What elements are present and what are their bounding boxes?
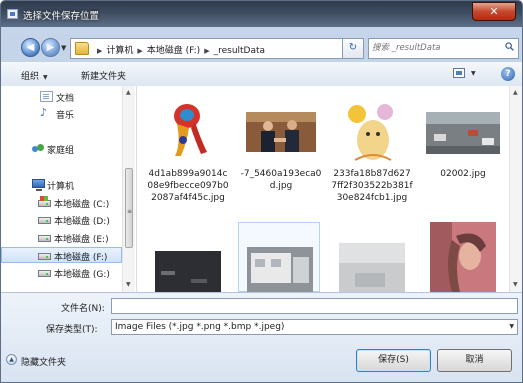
- file-item[interactable]: [147, 243, 229, 301]
- view-options-dropdown-icon[interactable]: ▼: [471, 70, 476, 77]
- scroll-down-icon[interactable]: ▼: [513, 281, 518, 288]
- file-list-scrollbar[interactable]: ▲ ▼: [509, 86, 522, 292]
- organize-label: 组织: [21, 72, 40, 82]
- search-icon[interactable]: [505, 42, 514, 51]
- breadcrumb-computer[interactable]: 计算机: [106, 46, 133, 56]
- thumbnail-image: [151, 94, 225, 164]
- breadcrumb: ▶ 计算机 ▶ 本地磁盘 (F:) ▶ _resultData: [93, 43, 265, 56]
- nav-item-label: 音乐: [56, 111, 75, 121]
- navigation-pane: 文档 ♪ 音乐 家庭组 计算机 本地磁盘 (C:) 本地磁盘 (D:) 本地磁盘…: [1, 86, 137, 292]
- search-input[interactable]: [372, 41, 498, 55]
- nav-item-label: 文档: [56, 94, 75, 104]
- save-dialog: 选择文件保存位置 ✕ ◀ ▶ ▼ ▶ 计算机 ▶ 本地磁盘 (F:) ▶ _resultD…: [0, 0, 523, 383]
- nav-item-label: 本地磁盘 (C:): [54, 200, 110, 210]
- address-row: ◀ ▶ ▼ ▶ 计算机 ▶ 本地磁盘 (F:) ▶ _resultData ↻: [1, 27, 522, 59]
- new-folder-button[interactable]: 新建文件夹: [81, 69, 126, 82]
- app-icon: [7, 9, 18, 19]
- nav-item-label: 本地磁盘 (G:): [54, 270, 110, 280]
- system-drive-icon: [38, 196, 51, 207]
- filetype-label: 保存类型(T):: [46, 325, 98, 335]
- organize-menu[interactable]: 组织 ▼: [21, 69, 48, 82]
- cancel-button[interactable]: 取消: [437, 349, 512, 372]
- nav-item-music[interactable]: ♪ 音乐: [1, 106, 122, 122]
- save-options-panel: 文件名(N): 保存类型(T): Image Files (*.jpg *.pn…: [1, 292, 522, 382]
- nav-item-drive-f[interactable]: 本地磁盘 (F:): [1, 247, 122, 263]
- filetype-value: Image Files (*.jpg *.png *.bmp *.jpeg): [115, 322, 285, 332]
- window-title: 选择文件保存位置: [23, 11, 100, 22]
- search-box[interactable]: [368, 38, 519, 59]
- thumbnail-image: [430, 222, 496, 292]
- chevron-right-icon[interactable]: ▶: [97, 47, 102, 55]
- title-bar: 选择文件保存位置 ✕: [1, 1, 522, 27]
- nav-item-label: 家庭组: [47, 146, 75, 156]
- file-name: -7_5460a193eca0d.jpg: [240, 169, 322, 191]
- refresh-button[interactable]: ↻: [342, 38, 364, 59]
- file-name: 02002.jpg: [440, 169, 486, 179]
- address-bar[interactable]: ▶ 计算机 ▶ 本地磁盘 (F:) ▶ _resultData: [70, 38, 364, 59]
- computer-icon: [32, 179, 45, 191]
- file-item[interactable]: 02002.jpg: [422, 90, 504, 195]
- drive-icon: [38, 253, 51, 260]
- grip-icon: ≡: [127, 208, 133, 215]
- file-name: 233fa18b87d6277ff2f303522b381f30e824fcb1…: [331, 169, 413, 203]
- forward-button[interactable]: ▶: [41, 38, 60, 57]
- thumbnail-image: [426, 94, 500, 164]
- thumbnail-image: [244, 94, 318, 164]
- hide-folders-toggle[interactable]: ▲ 隐藏文件夹: [6, 354, 67, 368]
- file-item[interactable]: 4d1ab899a9014c08e9fbecce097b02087af4f45c…: [147, 90, 229, 218]
- folder-icon: [75, 42, 89, 55]
- recent-pages-dropdown-icon[interactable]: ▼: [61, 44, 66, 52]
- thumbnail-image: [335, 94, 409, 164]
- breadcrumb-drive-f[interactable]: 本地磁盘 (F:): [147, 46, 200, 56]
- nav-item-label: 本地磁盘 (F:): [54, 253, 108, 263]
- filetype-select[interactable]: Image Files (*.jpg *.png *.bmp *.jpeg) ▼: [111, 319, 518, 335]
- command-toolbar: 组织 ▼ 新建文件夹 ▼ ?: [1, 61, 522, 87]
- filename-field[interactable]: [111, 298, 518, 314]
- document-icon: [40, 91, 53, 102]
- nav-item-computer[interactable]: 计算机: [1, 177, 122, 193]
- nav-item-label: 计算机: [47, 182, 75, 192]
- file-item[interactable]: [238, 222, 320, 297]
- nav-item-drive-e[interactable]: 本地磁盘 (E:): [1, 230, 122, 246]
- hide-folders-label: 隐藏文件夹: [21, 358, 67, 368]
- nav-scrollbar[interactable]: ▲ ≡ ▼: [122, 86, 135, 292]
- filename-label: 文件名(N):: [61, 304, 105, 314]
- chevron-down-icon: ▼: [43, 74, 48, 81]
- scroll-down-icon[interactable]: ▼: [126, 281, 131, 288]
- browser-area: 文档 ♪ 音乐 家庭组 计算机 本地磁盘 (C:) 本地磁盘 (D:) 本地磁盘…: [1, 86, 522, 301]
- file-item[interactable]: -7_5460a193eca0d.jpg: [240, 90, 322, 195]
- scroll-up-icon[interactable]: ▲: [513, 89, 518, 96]
- drive-icon: [38, 235, 51, 242]
- save-button[interactable]: 保存(S): [356, 349, 431, 372]
- nav-item-drive-g[interactable]: 本地磁盘 (G:): [1, 265, 122, 281]
- nav-item-documents[interactable]: 文档: [1, 89, 122, 105]
- nav-item-drive-c[interactable]: 本地磁盘 (C:): [1, 195, 122, 211]
- chevron-right-icon[interactable]: ▶: [204, 47, 209, 55]
- close-button[interactable]: ✕: [472, 2, 516, 21]
- homegroup-icon: [32, 143, 45, 154]
- music-icon: ♪: [40, 106, 48, 119]
- back-button[interactable]: ◀: [21, 38, 40, 57]
- nav-item-drive-d[interactable]: 本地磁盘 (D:): [1, 212, 122, 228]
- chevron-down-icon: ▼: [509, 323, 514, 330]
- drive-icon: [38, 270, 51, 277]
- change-view-icon[interactable]: [453, 68, 465, 78]
- help-button[interactable]: ?: [501, 67, 515, 81]
- scroll-up-icon[interactable]: ▲: [126, 89, 131, 96]
- breadcrumb-resultdata[interactable]: _resultData: [214, 46, 265, 56]
- file-list: 4d1ab899a9014c08e9fbecce097b02087af4f45c…: [137, 86, 522, 301]
- nav-item-homegroup[interactable]: 家庭组: [1, 141, 122, 157]
- file-name: 4d1ab899a9014c08e9fbecce097b02087af4f45c…: [147, 169, 229, 203]
- drive-icon: [38, 217, 51, 224]
- chevron-up-icon: ▲: [6, 354, 17, 365]
- file-item[interactable]: [331, 243, 413, 293]
- nav-item-label: 本地磁盘 (D:): [54, 217, 110, 227]
- file-item[interactable]: 233fa18b87d6277ff2f303522b381f30e824fcb1…: [331, 90, 413, 218]
- chevron-right-icon[interactable]: ▶: [137, 47, 142, 55]
- nav-item-label: 本地磁盘 (E:): [54, 235, 109, 245]
- file-item[interactable]: [422, 222, 504, 292]
